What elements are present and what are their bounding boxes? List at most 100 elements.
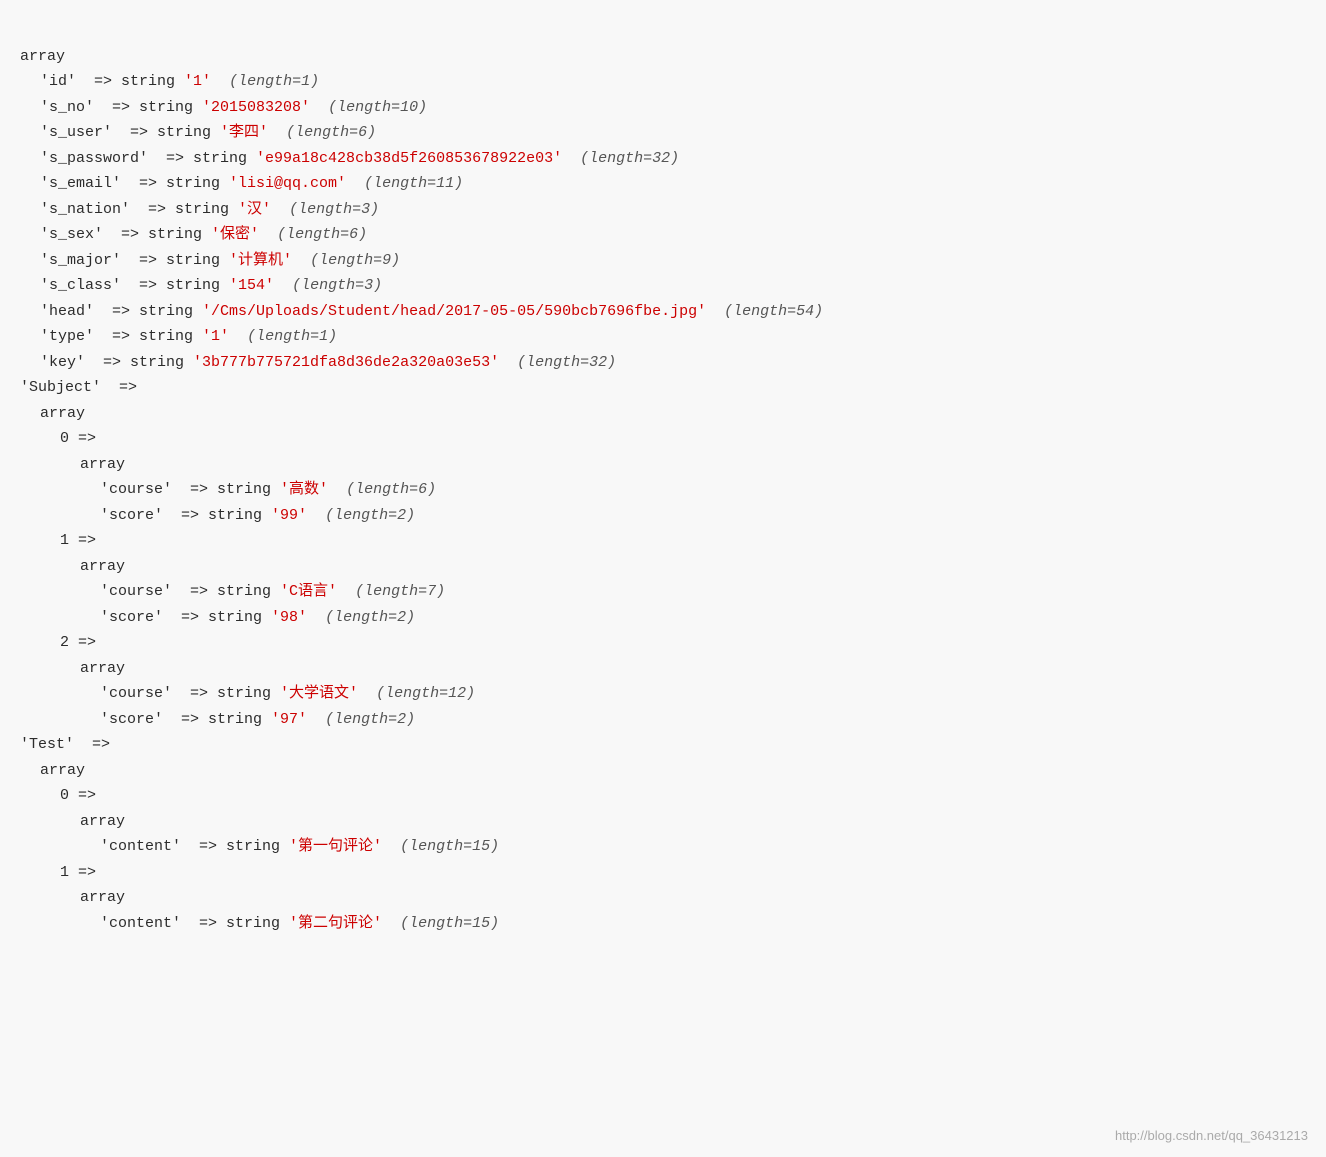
value-red: '97'	[271, 711, 307, 728]
key-text: 's_major' => string	[40, 252, 229, 269]
code-line: 'score' => string '98' (length=2)	[20, 605, 1306, 631]
meta-length: (length=9)	[310, 252, 400, 269]
key-text: 'content' => string	[100, 838, 289, 855]
meta-length: (length=3)	[292, 277, 382, 294]
key-text: 'course' => string	[100, 685, 280, 702]
key-text: 'head' => string	[40, 303, 202, 320]
code-line: 's_user' => string '李四' (length=6)	[20, 120, 1306, 146]
code-line: 'Test' =>	[20, 732, 1306, 758]
key-text: 'score' => string	[100, 711, 271, 728]
key-text	[274, 277, 292, 294]
code-line: 's_no' => string '2015083208' (length=10…	[20, 95, 1306, 121]
key-text	[292, 252, 310, 269]
key-text: 'content' => string	[100, 915, 289, 932]
key-text: array	[40, 762, 85, 779]
value-red: '大学语文'	[280, 685, 358, 702]
key-text: 'course' => string	[100, 583, 280, 600]
watermark: http://blog.csdn.net/qq_36431213	[1115, 1128, 1308, 1143]
meta-length: (length=6)	[277, 226, 367, 243]
key-text: array	[80, 660, 125, 677]
value-red: '1'	[184, 73, 211, 90]
value-red: '1'	[202, 328, 229, 345]
meta-length: (length=3)	[289, 201, 379, 218]
code-line: 'course' => string 'C语言' (length=7)	[20, 579, 1306, 605]
value-red: '3b777b775721dfa8d36de2a320a03e53'	[193, 354, 499, 371]
meta-length: (length=15)	[400, 915, 499, 932]
code-line: 'course' => string '大学语文' (length=12)	[20, 681, 1306, 707]
value-red: 'lisi@qq.com'	[229, 175, 346, 192]
value-red: 'e99a18c428cb38d5f260853678922e03'	[256, 150, 562, 167]
value-red: 'C语言'	[280, 583, 337, 600]
key-text	[358, 685, 376, 702]
code-line: 'course' => string '高数' (length=6)	[20, 477, 1306, 503]
code-line: 's_email' => string 'lisi@qq.com' (lengt…	[20, 171, 1306, 197]
key-text: 'key' => string	[40, 354, 193, 371]
code-line: 's_nation' => string '汉' (length=3)	[20, 197, 1306, 223]
code-line: 'Subject' =>	[20, 375, 1306, 401]
key-text: array	[80, 889, 125, 906]
key-text: 'Test' =>	[20, 736, 110, 753]
code-line: 'head' => string '/Cms/Uploads/Student/h…	[20, 299, 1306, 325]
value-red: '99'	[271, 507, 307, 524]
code-line: array	[20, 554, 1306, 580]
key-text: 'id' => string	[40, 73, 184, 90]
key-text: array	[20, 48, 65, 65]
key-text: 's_class' => string	[40, 277, 229, 294]
key-text: 0 =>	[60, 430, 96, 447]
code-line: array	[20, 401, 1306, 427]
value-red: '高数'	[280, 481, 328, 498]
meta-length: (length=32)	[580, 150, 679, 167]
key-text: array	[80, 456, 125, 473]
code-line: 's_sex' => string '保密' (length=6)	[20, 222, 1306, 248]
code-line: 0 =>	[20, 426, 1306, 452]
key-text: 1 =>	[60, 532, 96, 549]
code-line: 'content' => string '第二句评论' (length=15)	[20, 911, 1306, 937]
value-red: '计算机'	[229, 252, 292, 269]
key-text	[382, 915, 400, 932]
key-text	[307, 609, 325, 626]
code-line: 's_password' => string 'e99a18c428cb38d5…	[20, 146, 1306, 172]
code-line: 'key' => string '3b777b775721dfa8d36de2a…	[20, 350, 1306, 376]
key-text	[562, 150, 580, 167]
key-text: array	[40, 405, 85, 422]
code-line: 'score' => string '99' (length=2)	[20, 503, 1306, 529]
meta-length: (length=15)	[400, 838, 499, 855]
key-text: 'score' => string	[100, 507, 271, 524]
key-text: 's_password' => string	[40, 150, 256, 167]
meta-length: (length=2)	[325, 609, 415, 626]
value-red: '2015083208'	[202, 99, 310, 116]
key-text: array	[80, 813, 125, 830]
meta-length: (length=1)	[247, 328, 337, 345]
key-text	[268, 124, 286, 141]
key-text: 0 =>	[60, 787, 96, 804]
code-line: 'score' => string '97' (length=2)	[20, 707, 1306, 733]
code-line: array	[20, 885, 1306, 911]
code-line: array	[20, 452, 1306, 478]
meta-length: (length=6)	[346, 481, 436, 498]
key-text: 'type' => string	[40, 328, 202, 345]
key-text	[271, 201, 289, 218]
meta-length: (length=2)	[325, 507, 415, 524]
key-text	[259, 226, 277, 243]
meta-length: (length=6)	[286, 124, 376, 141]
key-text	[211, 73, 229, 90]
value-red: '李四'	[220, 124, 268, 141]
value-red: '第一句评论'	[289, 838, 382, 855]
code-line: 0 =>	[20, 783, 1306, 809]
code-output: array 'id' => string '1' (length=1) 's_no'…	[20, 18, 1306, 936]
key-text: 'Subject' =>	[20, 379, 137, 396]
key-text: 's_nation' => string	[40, 201, 238, 218]
code-line: array	[20, 44, 1306, 70]
key-text: 2 =>	[60, 634, 96, 651]
key-text: 's_sex' => string	[40, 226, 211, 243]
key-text	[229, 328, 247, 345]
key-text	[337, 583, 355, 600]
key-text: array	[80, 558, 125, 575]
meta-length: (length=54)	[724, 303, 823, 320]
meta-length: (length=1)	[229, 73, 319, 90]
value-red: '154'	[229, 277, 274, 294]
code-line: 2 =>	[20, 630, 1306, 656]
key-text: 's_no' => string	[40, 99, 202, 116]
meta-length: (length=32)	[517, 354, 616, 371]
key-text	[346, 175, 364, 192]
